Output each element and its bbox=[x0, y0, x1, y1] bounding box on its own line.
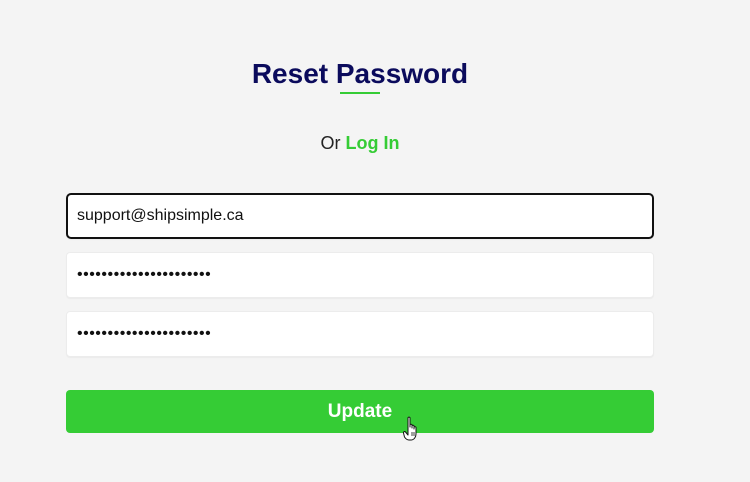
update-button[interactable]: Update bbox=[66, 390, 654, 433]
new-password-field[interactable] bbox=[66, 252, 654, 298]
title-underline bbox=[340, 92, 380, 94]
email-field[interactable] bbox=[66, 193, 654, 239]
page-title: Reset Password bbox=[251, 58, 469, 89]
login-prompt: Or Log In bbox=[0, 133, 720, 154]
confirm-password-field[interactable] bbox=[66, 311, 654, 357]
reset-password-page: Reset Password Or Log In Update bbox=[0, 0, 750, 482]
login-prompt-prefix: Or bbox=[320, 133, 341, 153]
login-link[interactable]: Log In bbox=[346, 133, 400, 153]
hand-pointer-icon bbox=[403, 416, 417, 441]
